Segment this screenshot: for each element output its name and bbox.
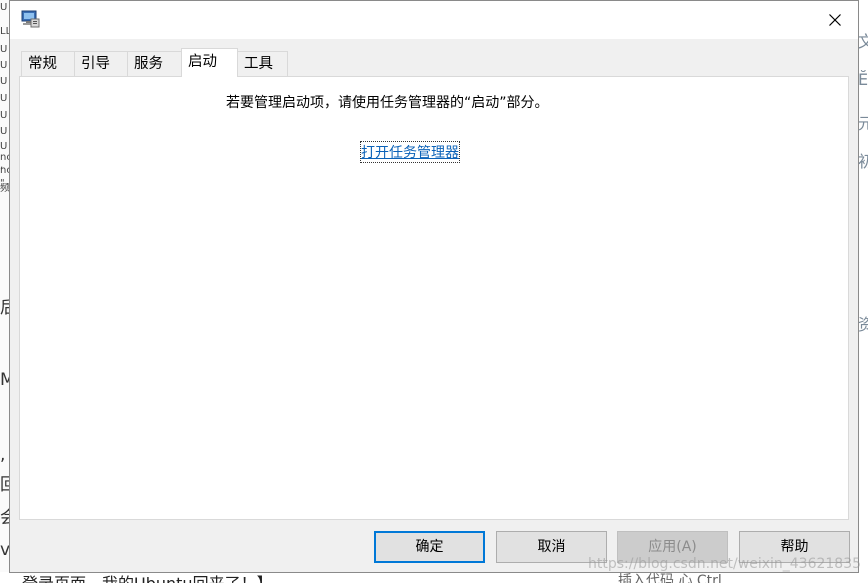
background-text: 文 — [858, 32, 868, 51]
background-text: Ӗ — [858, 70, 868, 89]
ok-button[interactable]: 确定 — [374, 531, 485, 563]
close-button[interactable] — [812, 1, 858, 39]
open-task-manager-link[interactable]: 打开任务管理器 — [360, 141, 460, 163]
background-right-strip: 文 Ӗ 元 初 资 — [858, 0, 868, 583]
tab-tools[interactable]: 工具 — [237, 51, 288, 76]
title-bar[interactable] — [10, 1, 858, 39]
system-configuration-dialog: 常规 引导 服务 启动 工具 若要管理启动项，请使用任务管理器的“启动”部分。 … — [9, 0, 859, 573]
background-text: 登录页面，我的Ubuntu回来了！】 — [22, 572, 562, 583]
tab-startup[interactable]: 启动 — [181, 48, 238, 77]
background-text: 初 — [858, 152, 868, 171]
background-bottom-strip: 登录页面，我的Ubuntu回来了！】 插入代码 心 Ctrl — [0, 572, 868, 583]
tab-label: 服务 — [134, 56, 163, 72]
cancel-button[interactable]: 取消 — [496, 531, 607, 563]
tab-general[interactable]: 常规 — [21, 51, 75, 76]
startup-panel: 若要管理启动项，请使用任务管理器的“启动”部分。 打开任务管理器 — [19, 76, 849, 520]
startup-message: 若要管理启动项，请使用任务管理器的“启动”部分。 — [226, 95, 549, 111]
tab-label: 常规 — [28, 56, 57, 72]
tab-strip: 常规 引导 服务 启动 工具 — [21, 48, 321, 77]
tab-services[interactable]: 服务 — [127, 51, 182, 76]
tab-boot[interactable]: 引导 — [74, 51, 128, 76]
screen: U LL U U U U U U U nc nc " , 频 后 M , 回 会… — [0, 0, 868, 583]
tab-label: 引导 — [81, 56, 110, 72]
tab-label: 工具 — [244, 56, 273, 72]
background-text: 资 — [858, 315, 868, 334]
tab-label: 启动 — [188, 54, 217, 70]
close-icon — [829, 14, 841, 26]
help-button[interactable]: 帮助 — [739, 531, 850, 563]
apply-button[interactable]: 应用(A) — [617, 531, 728, 563]
background-text: 元 — [858, 114, 868, 133]
system-config-icon — [20, 10, 40, 28]
background-text: 插入代码 心 Ctrl — [618, 573, 722, 583]
